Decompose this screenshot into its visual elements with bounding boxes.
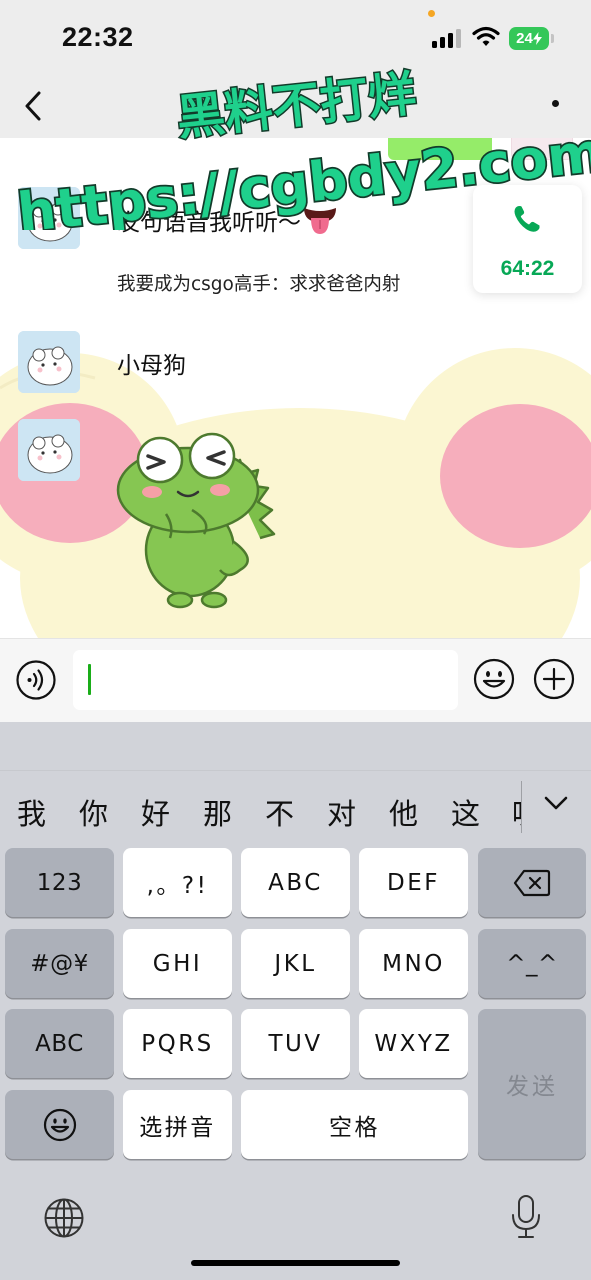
quoted-message[interactable]: 我要成为csgo高手：求求爸爸内射 (117, 270, 400, 296)
plus-icon[interactable] (533, 658, 575, 700)
chevron-down-icon[interactable] (542, 791, 570, 815)
message-text[interactable]: 发句语音我听听～ (117, 203, 337, 237)
battery-charging-icon: 24 (509, 27, 554, 50)
call-timer: 64:22 (500, 257, 555, 280)
key-mno[interactable]: MNO (359, 929, 468, 998)
emoji-key[interactable] (5, 1090, 114, 1159)
message-input[interactable] (73, 650, 458, 710)
bolt-icon (532, 32, 542, 45)
avatar[interactable] (18, 187, 80, 249)
candidate-item[interactable]: 好 (141, 791, 170, 833)
wifi-icon (472, 26, 500, 46)
text-caret (88, 664, 91, 695)
smiley-key-icon (43, 1108, 76, 1141)
space-key[interactable]: 空格 (241, 1090, 468, 1159)
key-pqrs[interactable]: PQRS (123, 1009, 232, 1078)
battery-level: 24 (516, 30, 533, 47)
key-tuv[interactable]: TUV (241, 1009, 350, 1078)
more-icon[interactable] (552, 100, 559, 107)
phone-icon (514, 206, 540, 232)
home-indicator (191, 1260, 400, 1266)
tongue-emoji (304, 208, 336, 234)
emoji-icon[interactable] (473, 658, 515, 700)
pinyin-keyboard: 我 你 好 那 不 对 他 这 呢 123 ,。?! ABC DEF #@¥ G… (0, 722, 591, 1280)
voice-call-float[interactable]: 64:22 (473, 185, 582, 293)
key-abc-mode[interactable]: ABC (5, 1009, 114, 1078)
own-message-bubble[interactable] (388, 138, 492, 160)
candidate-item[interactable]: 这 (451, 791, 480, 833)
frog-sticker[interactable] (108, 430, 284, 615)
key-jkl[interactable]: JKL (241, 929, 350, 998)
candidate-item[interactable]: 不 (265, 791, 294, 833)
candidate-item[interactable]: 那 (203, 791, 232, 833)
key-symbols[interactable]: #@¥ (5, 929, 114, 998)
status-time: 22:32 (62, 22, 134, 52)
key-punctuation[interactable]: ,。?! (123, 848, 232, 917)
key-def[interactable]: DEF (359, 848, 468, 917)
own-avatar[interactable] (511, 138, 573, 160)
signal-icon (432, 28, 462, 48)
message-text[interactable]: 小母狗 (117, 346, 186, 380)
key-ghi[interactable]: GHI (123, 929, 232, 998)
chevron-left-icon[interactable] (20, 90, 46, 122)
chat-header (0, 78, 591, 138)
message-text-1: 发句语音我听听～ (117, 210, 301, 236)
candidate-item[interactable]: 我 (17, 791, 46, 833)
voice-icon[interactable] (16, 660, 56, 700)
candidate-item[interactable]: 对 (327, 791, 356, 833)
globe-icon[interactable] (43, 1197, 85, 1239)
candidate-bar: 我 你 好 那 不 对 他 这 呢 (0, 770, 591, 844)
delete-icon (513, 869, 551, 896)
avatar[interactable] (18, 331, 80, 393)
delete-key[interactable] (478, 848, 586, 917)
key-wxyz[interactable]: WXYZ (359, 1009, 468, 1078)
candidate-item[interactable]: 他 (389, 791, 418, 833)
chat-input-bar (0, 638, 591, 722)
status-bar: 22:32 24 (0, 0, 591, 78)
candidate-divider (521, 781, 522, 833)
avatar[interactable] (18, 419, 80, 481)
key-123[interactable]: 123 (5, 848, 114, 917)
send-key[interactable]: 发送 (478, 1009, 586, 1159)
key-abc[interactable]: ABC (241, 848, 350, 917)
candidate-item[interactable]: 你 (79, 791, 108, 833)
key-select-pinyin[interactable]: 选拼音 (123, 1090, 232, 1159)
key-kaomoji[interactable]: ^_^ (478, 929, 586, 998)
microphone-icon[interactable] (510, 1194, 542, 1240)
privacy-indicator-dot (428, 10, 435, 17)
